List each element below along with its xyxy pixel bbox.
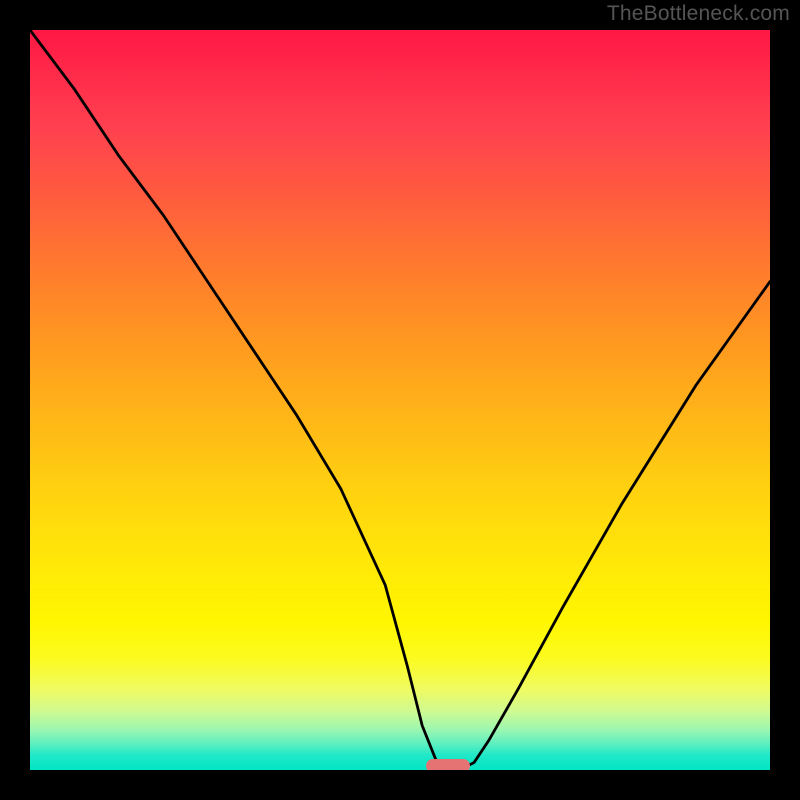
chart-frame: TheBottleneck.com bbox=[0, 0, 800, 800]
bottleneck-curve bbox=[30, 30, 770, 770]
optimal-marker bbox=[426, 759, 470, 770]
watermark-text: TheBottleneck.com bbox=[607, 2, 790, 26]
plot-area bbox=[30, 30, 770, 770]
